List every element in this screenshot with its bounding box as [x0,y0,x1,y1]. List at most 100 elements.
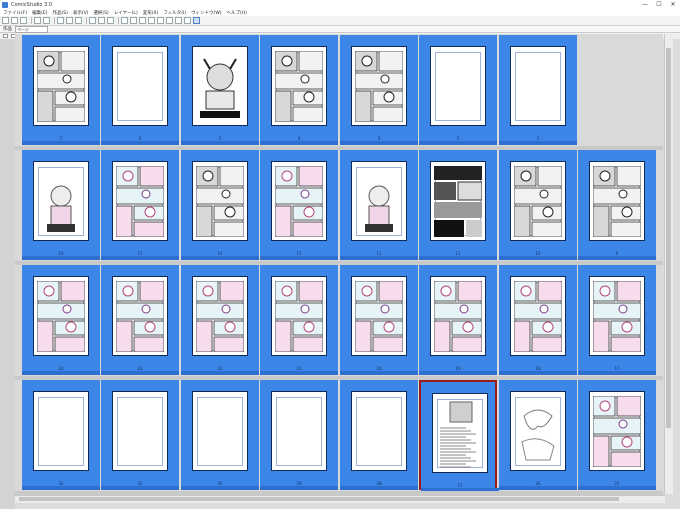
page-thumbnail[interactable]: 10 [499,150,577,260]
page-thumbnail[interactable]: 22 [181,265,259,375]
page-artwork [36,50,86,123]
page-bottom-band [22,486,100,490]
menu-view[interactable]: 表示(V) [73,10,89,16]
paste-icon[interactable] [75,17,82,24]
left-gutter [0,39,15,509]
menu-bar: ファイル(F) 編集(E) 作品(S) 表示(V) 選択(S) レイヤー(L) … [0,9,680,16]
cut-icon[interactable] [57,17,64,24]
page-paper [351,46,407,126]
page-thumbnail[interactable]: 32 [22,380,100,490]
page-thumbnail[interactable]: 13 [260,150,338,260]
page-paper [33,161,89,241]
page-thumbnail[interactable]: 3 [340,35,418,145]
page-thumbnail[interactable]: 17 [578,265,656,375]
new-icon[interactable] [2,17,9,24]
page-thumbnail[interactable]: 19 [419,265,497,375]
copy-icon[interactable] [66,17,73,24]
menu-story[interactable]: 作品(S) [52,10,67,16]
page-field[interactable]: ページ [15,25,48,33]
horizontal-scrollbar[interactable] [15,495,665,503]
page-thumbnail[interactable]: 12 [340,150,418,260]
view-toggle-icon[interactable] [3,34,8,38]
page-paper [432,393,488,473]
page-paper [589,276,645,356]
page-paper [510,46,566,126]
spread-view-icon[interactable] [130,17,137,24]
page-bottom-band [260,141,338,145]
page-thumbnail[interactable]: 29 [260,380,338,490]
menu-transform[interactable]: 変形(X) [143,10,159,16]
page-thumbnail[interactable]: 31 [101,380,179,490]
menu-edit[interactable]: 編集(E) [32,10,47,16]
menu-filter[interactable]: フィルタ(I) [163,10,186,16]
page-thumbnail[interactable]: 4 [260,35,338,145]
page-thumbnail[interactable]: 15 [101,150,179,260]
page-paper [192,161,248,241]
page-artwork [196,396,244,467]
page-artwork [513,165,563,238]
vertical-scrollbar[interactable] [664,34,673,494]
page-artwork [514,396,562,467]
page-paper [510,276,566,356]
save-icon[interactable] [20,17,27,24]
grid-icon[interactable] [139,17,146,24]
horizontal-scrollbar-thumb[interactable] [19,497,619,501]
page-artwork [434,166,483,237]
page-paper [33,46,89,126]
story-view-icon[interactable] [193,17,200,24]
zoom-out-icon[interactable] [98,17,105,24]
menu-file[interactable]: ファイル(F) [3,10,27,16]
page-thumbnail[interactable]: 21 [260,265,338,375]
toolbar-divider [86,17,87,24]
open-icon[interactable] [11,17,18,24]
page-thumbnail[interactable]: 7 [22,35,100,145]
page-bottom-band [499,256,577,260]
navigator-icon[interactable] [184,17,191,24]
page-thumbnail[interactable]: 16 [22,150,100,260]
page-bottom-band [101,371,179,375]
page-thumbnail[interactable]: 27 [419,380,499,492]
page-thumbnail[interactable]: 6 [101,35,179,145]
page-thumbnail[interactable]: 5 [181,35,259,145]
page-paper [112,46,168,126]
minimize-button[interactable]: — [638,0,652,9]
page-thumbnail[interactable]: 11 [419,150,497,260]
menu-help[interactable]: ヘルプ(H) [227,10,247,16]
menu-window[interactable]: ウィンドウ(W) [191,10,221,16]
page-thumbnail[interactable]: 24 [22,265,100,375]
page-thumbnail[interactable]: 1 [499,35,577,145]
zoom-in-icon[interactable] [89,17,96,24]
redo-icon[interactable] [43,17,50,24]
page-thumbnail[interactable]: 30 [181,380,259,490]
undo-icon[interactable] [34,17,41,24]
tool-icon[interactable] [166,17,173,24]
menu-layer[interactable]: レイヤー(L) [114,10,138,16]
fit-icon[interactable] [107,17,114,24]
maximize-button[interactable]: ☐ [652,0,666,9]
page-thumbnail[interactable]: 2 [419,35,497,145]
close-button[interactable]: ✕ [666,0,680,9]
page-thumbnail[interactable]: 20 [340,265,418,375]
page-bottom-band [499,371,577,375]
page-thumbnail[interactable]: 9 [578,150,656,260]
page-bottom-band [578,371,656,375]
menu-select[interactable]: 選択(S) [93,10,108,16]
page-view-icon[interactable] [121,17,128,24]
page-thumbnail[interactable]: 14 [181,150,259,260]
page-paper [271,46,327,126]
page-artwork [37,166,85,237]
page-artwork [434,51,482,122]
page-thumbnail[interactable]: 25 [578,380,656,490]
page-thumbnail[interactable]: 23 [101,265,179,375]
vertical-scrollbar-thumb[interactable] [666,48,671,428]
palette-icon[interactable] [175,17,182,24]
page-bottom-band [578,486,656,490]
page-bottom-band [499,486,577,490]
page-thumbnail[interactable]: 28 [340,380,418,490]
ruler-icon[interactable] [148,17,155,24]
page-thumbnail[interactable]: 18 [499,265,577,375]
page-thumbnail[interactable]: 26 [499,380,577,490]
page-artwork [433,280,483,353]
toolbar-divider [54,17,55,24]
layer-icon[interactable] [157,17,164,24]
